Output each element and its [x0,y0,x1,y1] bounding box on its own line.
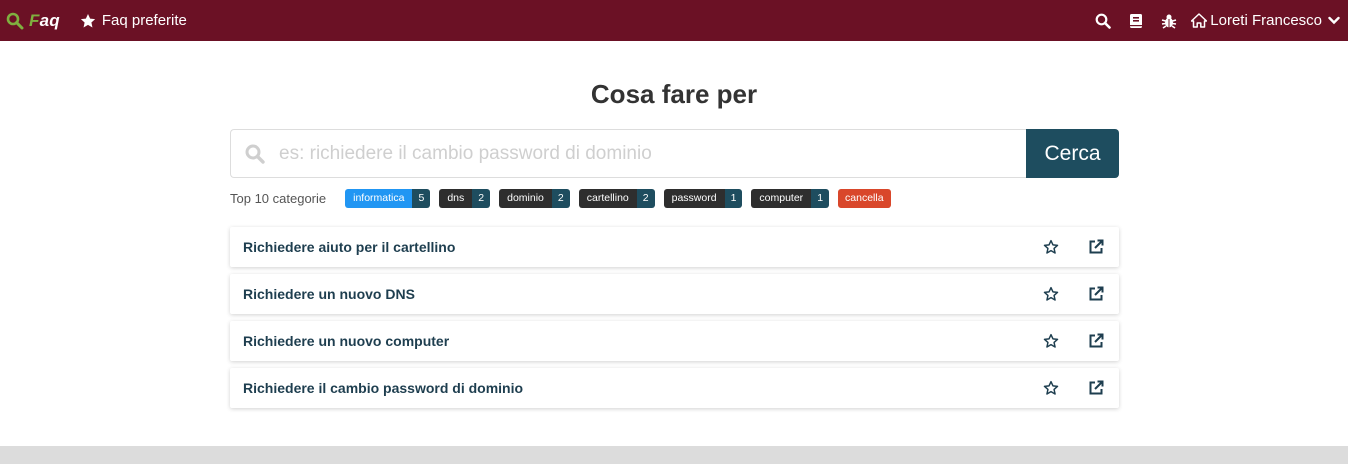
category-count: 2 [636,188,655,208]
book-icon [1129,13,1142,28]
nav-bug-button[interactable] [1152,0,1185,41]
category-tag-cartellino[interactable]: cartellino 2 [578,188,655,208]
faq-item: Richiedere un nuovo DNS [230,274,1119,314]
faq-title[interactable]: Richiedere un nuovo DNS [243,286,415,302]
faq-item: Richiedere aiuto per il cartellino [230,227,1119,267]
star-outline-icon[interactable] [1043,239,1059,255]
category-tag-dominio[interactable]: dominio 2 [499,188,570,208]
top-navbar: Faq Faq preferite Loreti Francesco [0,0,1348,41]
star-outline-icon[interactable] [1043,286,1059,302]
search-bar: Cerca [230,129,1119,178]
faq-item: Richiedere un nuovo computer [230,321,1119,361]
nav-search-button[interactable] [1086,0,1119,41]
home-icon [1191,13,1208,28]
nav-book-button[interactable] [1119,0,1152,41]
favorites-label: Faq preferite [101,12,187,29]
brand-name: Faq [29,10,60,30]
category-count: 2 [551,188,570,208]
chevron-down-icon [1328,16,1340,25]
favorites-link[interactable]: Faq preferite [80,12,187,29]
star-outline-icon[interactable] [1043,380,1059,396]
search-icon [245,144,265,164]
clear-categories-button[interactable]: cancella [838,188,891,208]
brand-logo[interactable]: Faq [6,0,60,41]
star-outline-icon[interactable] [1043,333,1059,349]
category-count: 5 [412,188,431,208]
faq-item: Richiedere il cambio password di dominio [230,368,1119,408]
external-link-icon[interactable] [1088,333,1104,349]
category-tag-informatica[interactable]: informatica 5 [345,188,431,208]
search-button[interactable]: Cerca [1026,129,1119,178]
top-categories: Top 10 categorie informatica 5 dns 2 dom… [230,188,900,208]
search-input[interactable] [279,142,979,165]
category-tag-dns[interactable]: dns 2 [439,188,491,208]
faq-title[interactable]: Richiedere un nuovo computer [243,333,449,349]
category-tag-password[interactable]: password 1 [663,188,743,208]
faq-list: Richiedere aiuto per il cartellino Richi… [230,227,1119,415]
faq-title[interactable]: Richiedere aiuto per il cartellino [243,239,455,255]
search-icon [1095,13,1111,29]
external-link-icon[interactable] [1088,286,1104,302]
search-logo-icon [6,12,24,29]
user-menu[interactable]: Loreti Francesco [1191,12,1340,29]
external-link-icon[interactable] [1088,239,1104,255]
page-title: Cosa fare per [590,79,758,109]
bug-icon [1161,14,1177,29]
category-tag-computer[interactable]: computer 1 [751,188,830,208]
category-count: 1 [724,188,743,208]
category-count: 1 [811,188,830,208]
faq-title[interactable]: Richiedere il cambio password di dominio [243,380,523,396]
categories-label: Top 10 categorie [230,190,327,206]
category-count: 2 [472,188,491,208]
user-name: Loreti Francesco [1210,12,1322,29]
page-footer [0,446,1348,464]
star-icon [80,13,95,27]
search-box [230,129,1026,178]
external-link-icon[interactable] [1088,380,1104,396]
